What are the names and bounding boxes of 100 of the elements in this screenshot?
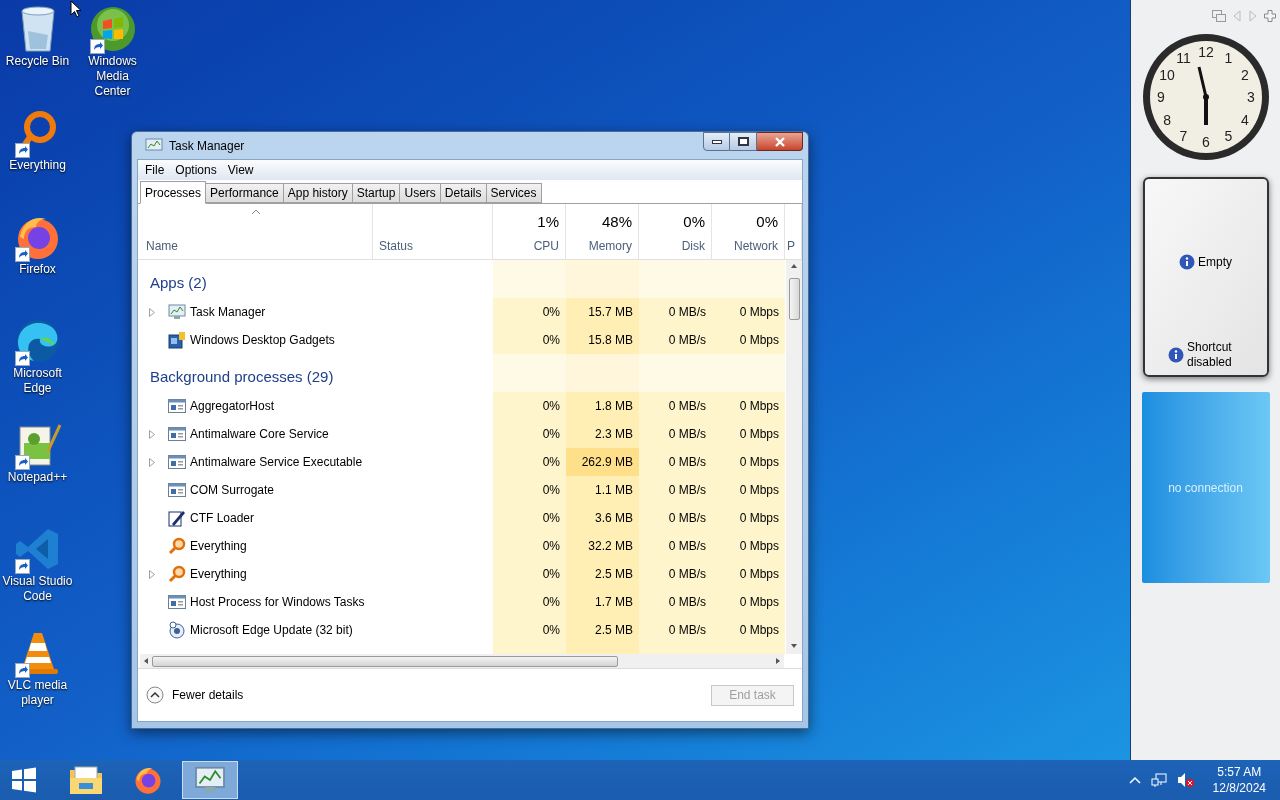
usage-percent: 48% (601, 211, 632, 232)
cpu-cell: 0% (493, 616, 566, 644)
desktop-shortcut[interactable]: Recycle Bin (0, 4, 75, 108)
column-label: CPU (533, 238, 559, 255)
column-header[interactable]: Name (140, 204, 373, 259)
cpu-cell: 0% (493, 298, 566, 326)
monitor-chart-icon (194, 766, 226, 794)
tab[interactable]: App history (282, 183, 353, 203)
desktop-shortcut[interactable]: Notepad++ (0, 420, 75, 524)
column-header[interactable]: Status (373, 204, 493, 259)
desktop-shortcut[interactable]: VLC media player (0, 628, 75, 732)
clock-numeral: 10 (1158, 66, 1175, 83)
menu-item[interactable]: File (140, 161, 170, 179)
usage-percent: 0% (683, 211, 705, 232)
cpu-cell: 0% (493, 504, 566, 532)
network-cell: 0 Mbps (712, 588, 785, 616)
horizontal-scrollbar[interactable] (140, 654, 784, 668)
tab[interactable]: Services (485, 183, 542, 203)
column-label: Network (734, 238, 778, 255)
clock-gadget[interactable]: 11 12 1 10 2 9 3 8 4 7 6 5 (1141, 33, 1270, 161)
flame-globe-icon (133, 765, 163, 795)
desktop-shortcut[interactable]: Everything (0, 108, 75, 212)
vertical-scrollbar[interactable] (786, 260, 802, 654)
column-label: Name (146, 238, 178, 255)
cpu-cell: 0% (493, 588, 566, 616)
tab[interactable]: Processes (140, 181, 207, 204)
tab[interactable]: Startup (351, 183, 401, 203)
maximize-button[interactable] (730, 132, 757, 151)
memory-cell: 1.7 MB (566, 588, 639, 616)
network-cell: 0 Mbps (712, 420, 785, 448)
date: 12/8/2024 (1212, 780, 1266, 796)
cpu-cell: 0% (493, 532, 566, 560)
column-label: Status (379, 238, 414, 255)
expand-arrow-icon[interactable] (149, 457, 155, 467)
column-header[interactable]: 0% Network (712, 204, 785, 259)
column-header[interactable]: 1% CPU (493, 204, 566, 259)
expand-arrow-icon[interactable] (149, 429, 155, 439)
clock-hands-drawing (1197, 66, 1209, 125)
process-name: CTF Loader (190, 510, 255, 527)
network-cell: 0 Mbps (712, 476, 785, 504)
close-icon (773, 136, 786, 147)
column-header[interactable]: P (785, 204, 802, 259)
clock-numeral: 7 (1179, 127, 1187, 144)
cpu-cell: 0% (493, 326, 566, 354)
network-icon[interactable] (1150, 772, 1167, 788)
group-heading: Background processes (29) (150, 368, 334, 385)
tab[interactable]: Performance (205, 183, 284, 203)
scroll-thumb[interactable] (788, 278, 800, 320)
window-icon (168, 399, 186, 413)
window-icon (168, 483, 186, 497)
usage-percent: 0% (756, 211, 778, 232)
expand-arrow-icon[interactable] (149, 307, 155, 317)
speaker-icon[interactable] (1176, 772, 1195, 788)
disk-cell: 0 MB/s (639, 476, 712, 504)
desktop-shortcut[interactable]: Microsoft Edge (0, 316, 75, 420)
shortcut-label: Windows Media Center (87, 54, 138, 99)
process-name: Antimalware Service Executable (190, 454, 363, 471)
disk-cell: 0 MB/s (639, 504, 712, 532)
shortcut-label: Recycle Bin (4, 54, 71, 69)
desktop-shortcut[interactable]: Visual Studio Code (0, 524, 75, 628)
menu-item[interactable]: Options (170, 161, 222, 179)
add-icon[interactable] (1264, 10, 1276, 22)
chevron-up-icon[interactable] (1128, 776, 1141, 784)
minimize-button[interactable] (703, 132, 730, 151)
process-name: Host Process for Windows Tasks (190, 594, 365, 611)
column-header[interactable]: 48% Memory (566, 204, 639, 259)
network-cell: 0 Mbps (712, 326, 785, 354)
slideshow-gadget[interactable]: Empty Shortcut disabled (1142, 177, 1269, 377)
tab[interactable]: Details (439, 183, 487, 203)
expand-arrow-icon[interactable] (149, 569, 155, 579)
memory-cell: 15.7 MB (566, 298, 639, 326)
gallery-icon[interactable] (1212, 10, 1226, 22)
tab[interactable]: Users (399, 183, 441, 203)
clock-numeral: 2 (1240, 66, 1249, 83)
disk-cell: 0 MB/s (639, 392, 712, 420)
minimize-icon (711, 139, 722, 144)
slideshow-message: Shortcut disabled (1187, 340, 1233, 370)
column-header[interactable]: 0% Disk (639, 204, 712, 259)
network-cell: 0 Mbps (712, 560, 785, 588)
shortcut-label: Microsoft Edge (12, 366, 63, 396)
shortcut-label: Notepad++ (6, 470, 69, 485)
network-cell: 0 Mbps (712, 616, 785, 644)
desktop-shortcut[interactable]: Firefox (0, 212, 75, 316)
scroll-thumb[interactable] (152, 655, 618, 667)
clock-numeral: 12 (1197, 44, 1214, 60)
windows-logo-icon (11, 767, 37, 793)
taskbar-button[interactable] (182, 761, 238, 799)
slideshow-message: Empty (1198, 254, 1232, 271)
window-icon (168, 427, 186, 441)
chevron-up-circle-icon (146, 686, 164, 704)
clock-area[interactable]: 5:57 AM 12/8/2024 (1212, 764, 1266, 796)
desktop-shortcut[interactable]: Windows Media Center (75, 4, 150, 108)
group-heading: Apps (2) (150, 274, 207, 291)
close-button[interactable] (757, 132, 803, 151)
disk-cell: 0 MB/s (639, 532, 712, 560)
menu-item[interactable]: View (222, 161, 259, 179)
network-cell: 0 Mbps (712, 392, 785, 420)
fewer-details-button[interactable]: Fewer details (146, 686, 244, 704)
info-icon (1179, 254, 1195, 270)
process-name: Everything (190, 566, 247, 583)
